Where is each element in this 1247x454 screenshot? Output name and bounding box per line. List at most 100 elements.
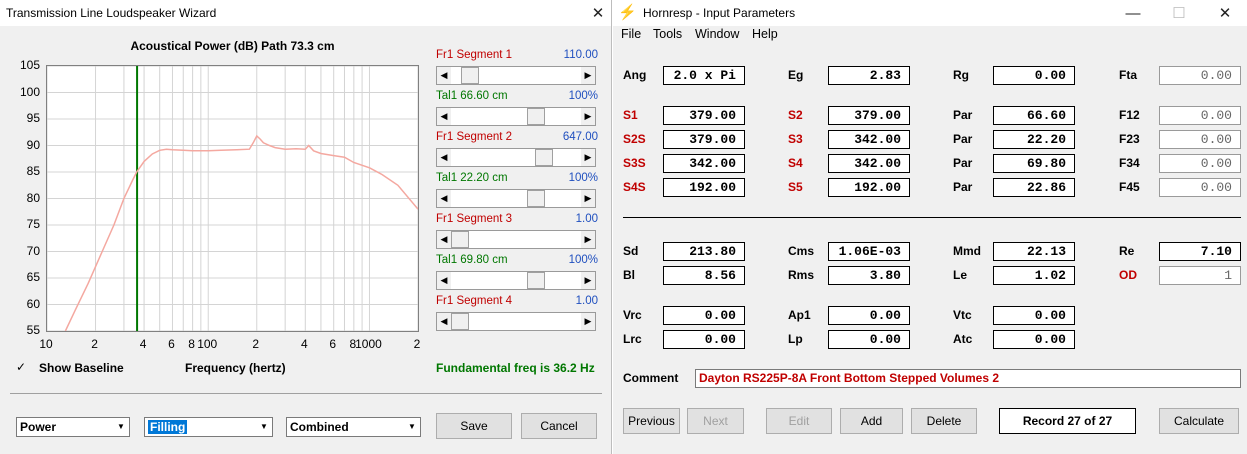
save-button[interactable]: Save xyxy=(436,413,512,439)
param-field-mmd[interactable]: 22.13 xyxy=(993,242,1075,261)
param-field-vtc[interactable]: 0.00 xyxy=(993,306,1075,325)
segment-value: 100% xyxy=(568,254,598,266)
cancel-button[interactable]: Cancel xyxy=(521,413,597,439)
segment-slider[interactable]: ◀ ▶ xyxy=(436,312,596,331)
param-field-ang[interactable]: 2.0 x Pi xyxy=(663,66,745,85)
param-field-le[interactable]: 1.02 xyxy=(993,266,1075,285)
slider-thumb[interactable] xyxy=(461,67,480,84)
hornresp-titlebar: ⚡ Hornresp - Input Parameters — ☐ ✕ xyxy=(613,0,1247,26)
param-field-s2[interactable]: 379.00 xyxy=(828,106,910,125)
param-field-eg[interactable]: 2.83 xyxy=(828,66,910,85)
close-icon[interactable]: ✕ xyxy=(578,0,618,26)
param-field-lp[interactable]: 0.00 xyxy=(828,330,910,349)
param-label-s4s: S4S xyxy=(623,180,646,194)
param-field-s4s[interactable]: 192.00 xyxy=(663,178,745,197)
param-field-s4[interactable]: 342.00 xyxy=(828,154,910,173)
combined-dropdown[interactable]: Combined ▼ xyxy=(286,417,421,437)
menu-window[interactable]: Window xyxy=(695,27,739,41)
menu-help[interactable]: Help xyxy=(752,27,778,41)
arrow-left-icon[interactable]: ◀ xyxy=(437,313,451,330)
param-field-rg[interactable]: 0.00 xyxy=(993,66,1075,85)
arrow-right-icon[interactable]: ▶ xyxy=(581,67,595,84)
param-field-bl[interactable]: 8.56 xyxy=(663,266,745,285)
delete-button[interactable]: Delete xyxy=(911,408,977,434)
param-field-f23[interactable]: 0.00 xyxy=(1159,130,1241,149)
param-field-f45[interactable]: 0.00 xyxy=(1159,178,1241,197)
filling-dropdown[interactable]: Filling ▼ xyxy=(144,417,273,437)
segment-slider[interactable]: ◀ ▶ xyxy=(436,189,596,208)
segment-name: Tal1 69.80 cm xyxy=(436,254,508,266)
param-field-par[interactable]: 22.20 xyxy=(993,130,1075,149)
param-field-sd[interactable]: 213.80 xyxy=(663,242,745,261)
arrow-right-icon[interactable]: ▶ xyxy=(581,149,595,166)
tl-wizard-window: Transmission Line Loudspeaker Wizard ✕ A… xyxy=(0,0,612,454)
param-field-s3[interactable]: 342.00 xyxy=(828,130,910,149)
param-label-par: Par xyxy=(953,132,973,146)
slider-thumb[interactable] xyxy=(526,108,545,125)
arrow-left-icon[interactable]: ◀ xyxy=(437,149,451,166)
param-label-s1: S1 xyxy=(623,108,638,122)
x-axis-label: Frequency (hertz) xyxy=(185,361,286,375)
slider-thumb[interactable] xyxy=(535,149,554,166)
show-baseline-checkbox[interactable]: ✓ xyxy=(16,361,28,374)
param-field-par[interactable]: 69.80 xyxy=(993,154,1075,173)
calculate-button[interactable]: Calculate xyxy=(1159,408,1239,434)
slider-thumb[interactable] xyxy=(526,190,545,207)
arrow-right-icon[interactable]: ▶ xyxy=(581,272,595,289)
comment-field[interactable]: Dayton RS225P-8A Front Bottom Stepped Vo… xyxy=(695,369,1241,388)
response-chart xyxy=(46,65,419,332)
arrow-left-icon[interactable]: ◀ xyxy=(437,231,451,248)
y-tick-label: 55 xyxy=(26,323,40,337)
edit-button[interactable]: Edit xyxy=(766,408,832,434)
param-field-lrc[interactable]: 0.00 xyxy=(663,330,745,349)
show-baseline-label[interactable]: Show Baseline xyxy=(39,361,124,375)
next-button[interactable]: Next xyxy=(687,408,744,434)
param-field-f12[interactable]: 0.00 xyxy=(1159,106,1241,125)
slider-thumb[interactable] xyxy=(451,231,469,248)
param-field-s5[interactable]: 192.00 xyxy=(828,178,910,197)
minimize-icon[interactable]: — xyxy=(1113,0,1153,26)
x-tick-label: 4 xyxy=(300,337,308,351)
arrow-right-icon[interactable]: ▶ xyxy=(581,313,595,330)
param-field-vrc[interactable]: 0.00 xyxy=(663,306,745,325)
add-button[interactable]: Add xyxy=(840,408,903,434)
param-field-par[interactable]: 22.86 xyxy=(993,178,1075,197)
segment-slider[interactable]: ◀ ▶ xyxy=(436,107,596,126)
menu-tools[interactable]: Tools xyxy=(653,27,682,41)
arrow-left-icon[interactable]: ◀ xyxy=(437,272,451,289)
close-icon[interactable]: ✕ xyxy=(1205,0,1245,26)
hornresp-title: Hornresp - Input Parameters xyxy=(643,6,796,20)
divider xyxy=(623,217,1241,218)
param-field-fta[interactable]: 0.00 xyxy=(1159,66,1241,85)
x-tick-label: 10 xyxy=(39,337,53,351)
param-field-cms[interactable]: 1.06E-03 xyxy=(828,242,910,261)
arrow-left-icon[interactable]: ◀ xyxy=(437,190,451,207)
param-field-f34[interactable]: 0.00 xyxy=(1159,154,1241,173)
segment-value: 110.00 xyxy=(563,49,598,61)
arrow-right-icon[interactable]: ▶ xyxy=(581,190,595,207)
menu-file[interactable]: File xyxy=(621,27,641,41)
param-field-s3s[interactable]: 342.00 xyxy=(663,154,745,173)
arrow-right-icon[interactable]: ▶ xyxy=(581,231,595,248)
param-field-atc[interactable]: 0.00 xyxy=(993,330,1075,349)
segment-slider[interactable]: ◀ ▶ xyxy=(436,271,596,290)
slider-thumb[interactable] xyxy=(451,313,469,330)
param-field-s2s[interactable]: 379.00 xyxy=(663,130,745,149)
param-field-ap1[interactable]: 0.00 xyxy=(828,306,910,325)
arrow-left-icon[interactable]: ◀ xyxy=(437,67,451,84)
previous-button[interactable]: Previous xyxy=(623,408,680,434)
param-field-par[interactable]: 66.60 xyxy=(993,106,1075,125)
segment-slider[interactable]: ◀ ▶ xyxy=(436,66,596,85)
maximize-icon[interactable]: ☐ xyxy=(1159,0,1199,26)
arrow-left-icon[interactable]: ◀ xyxy=(437,108,451,125)
segment-slider[interactable]: ◀ ▶ xyxy=(436,230,596,249)
x-tick-label: 2 xyxy=(252,337,260,351)
arrow-right-icon[interactable]: ▶ xyxy=(581,108,595,125)
segment-slider[interactable]: ◀ ▶ xyxy=(436,148,596,167)
param-field-rms[interactable]: 3.80 xyxy=(828,266,910,285)
power-dropdown[interactable]: Power ▼ xyxy=(16,417,130,437)
slider-thumb[interactable] xyxy=(526,272,545,289)
param-field-re[interactable]: 7.10 xyxy=(1159,242,1241,261)
param-field-od[interactable]: 1 xyxy=(1159,266,1241,285)
param-field-s1[interactable]: 379.00 xyxy=(663,106,745,125)
